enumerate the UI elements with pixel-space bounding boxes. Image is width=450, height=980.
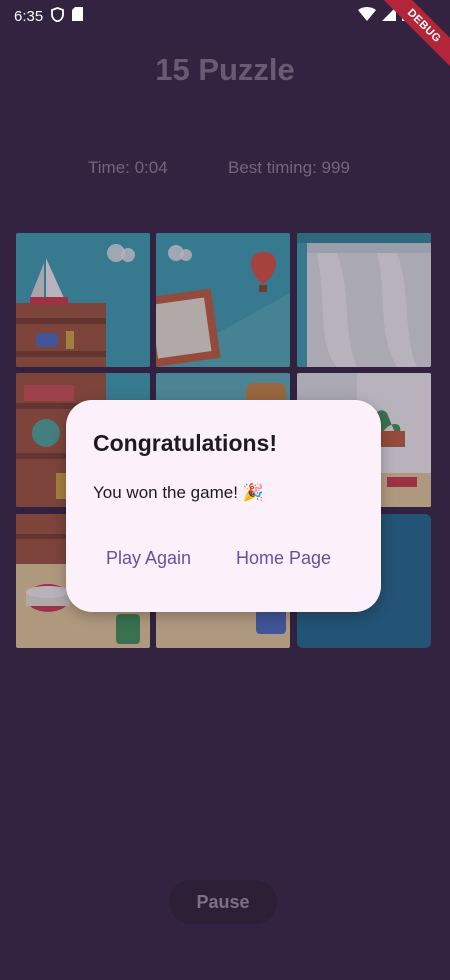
shield-icon: [51, 6, 65, 26]
sd-card-icon: [72, 7, 84, 25]
page-title: 15 Puzzle: [155, 52, 295, 87]
status-bar: 6:35: [0, 0, 450, 32]
play-again-button[interactable]: Play Again: [106, 548, 191, 569]
elapsed-time: Time: 0:04: [88, 158, 168, 177]
status-time: 6:35: [14, 7, 44, 25]
puzzle-tile[interactable]: [16, 233, 150, 367]
puzzle-tile[interactable]: [297, 233, 431, 367]
congratulations-dialog: Congratulations! You won the game! 🎉 Pla…: [66, 400, 381, 612]
puzzle-tile[interactable]: [156, 233, 290, 367]
pause-button[interactable]: Pause: [169, 880, 277, 924]
dialog-message: You won the game! 🎉: [93, 483, 264, 502]
home-page-button[interactable]: Home Page: [236, 548, 331, 569]
best-timing: Best timing: 999: [228, 158, 350, 177]
wifi-icon: [358, 7, 376, 25]
dialog-title: Congratulations!: [93, 430, 277, 456]
